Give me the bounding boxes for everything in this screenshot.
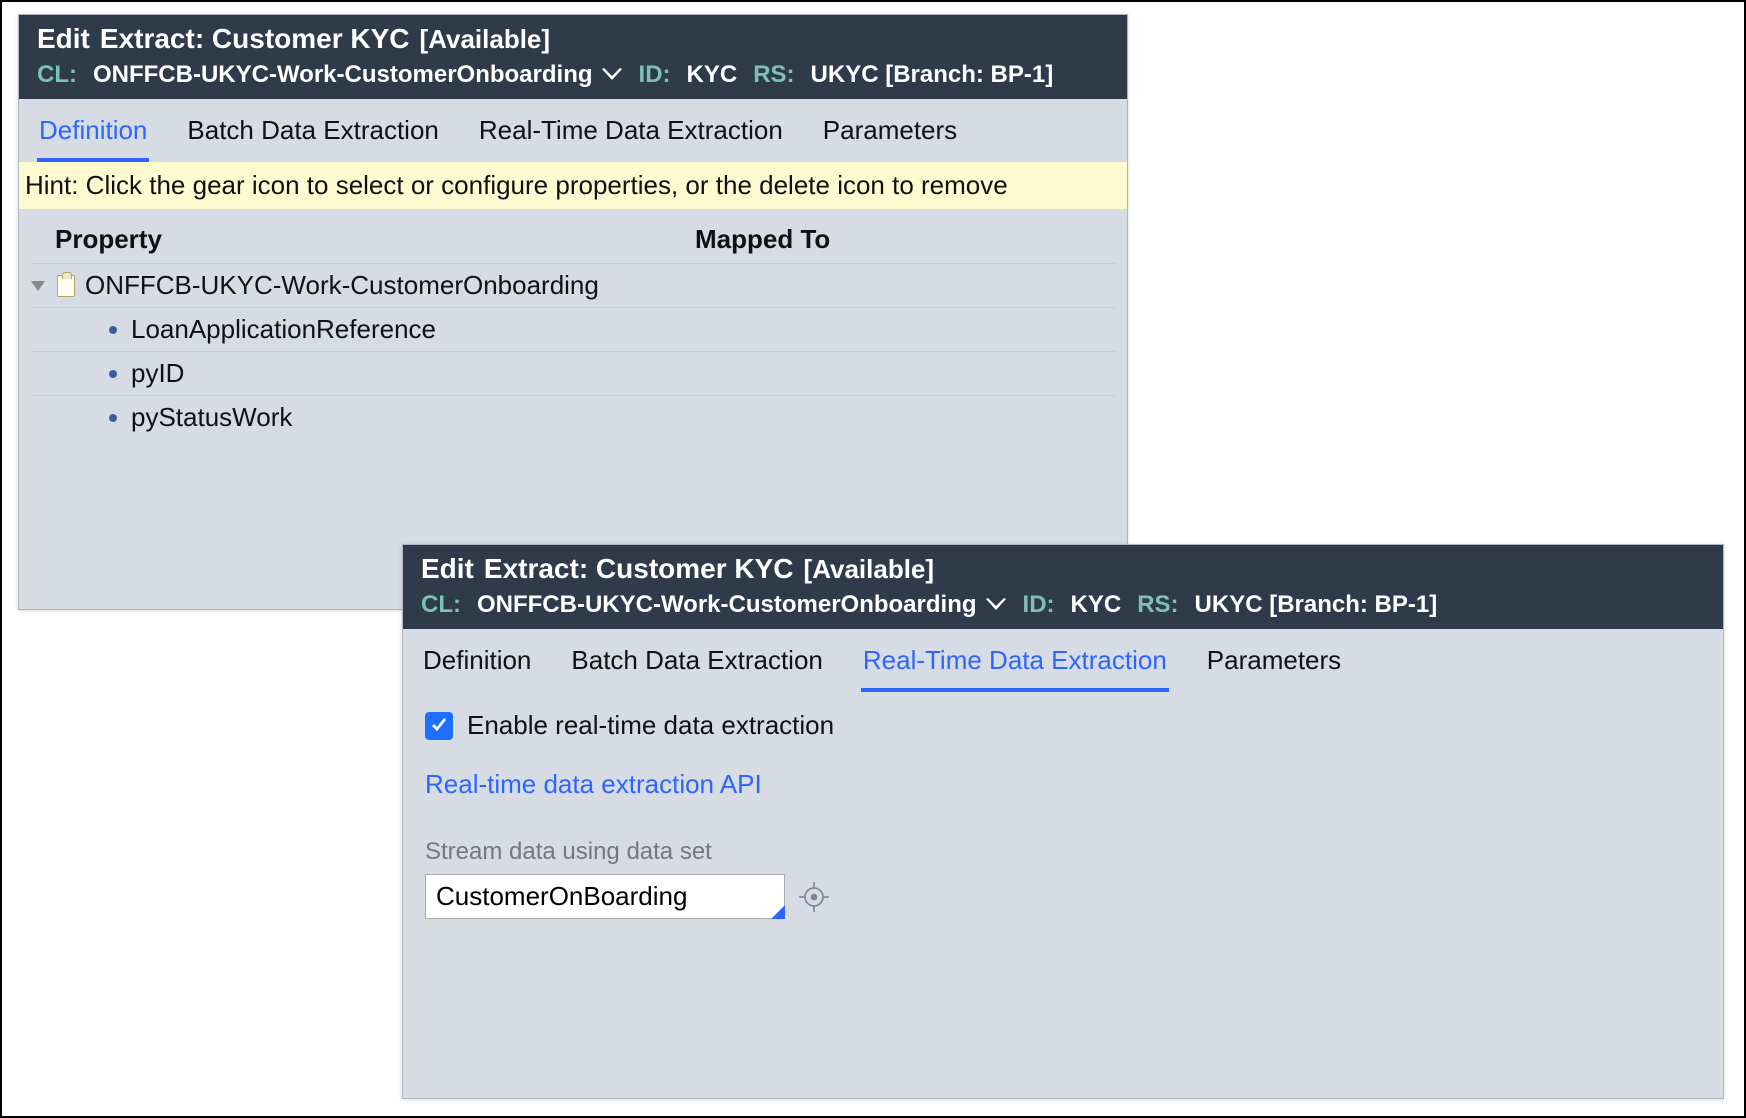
- tree-child-row[interactable]: LoanApplicationReference: [31, 307, 1115, 351]
- id-label: ID:: [1023, 591, 1055, 619]
- tree-child-label: pyID: [131, 358, 184, 389]
- hint-banner: Hint: Click the gear icon to select or c…: [19, 162, 1127, 210]
- clipboard-icon: [57, 275, 75, 297]
- tab-parameters[interactable]: Parameters: [821, 109, 959, 162]
- stream-data-field-row: [425, 874, 1701, 919]
- cl-dropdown[interactable]: ONFFCB-UKYC-Work-CustomerOnboarding: [477, 591, 1007, 619]
- chevron-down-icon: [601, 68, 623, 82]
- enable-realtime-row: Enable real-time data extraction: [425, 710, 1701, 741]
- column-property: Property: [55, 224, 695, 255]
- id-label: ID:: [639, 61, 671, 89]
- id-value: KYC: [1071, 591, 1122, 619]
- cl-value: ONFFCB-UKYC-Work-CustomerOnboarding: [477, 591, 977, 619]
- rs-value: UKYC [Branch: BP-1]: [1195, 591, 1438, 619]
- tab-batch-data-extraction[interactable]: Batch Data Extraction: [185, 109, 440, 162]
- panel2-tabs: Definition Batch Data Extraction Real-Ti…: [403, 629, 1723, 692]
- tab-parameters[interactable]: Parameters: [1205, 639, 1343, 692]
- autocomplete-corner-icon: [771, 905, 785, 919]
- chevron-down-icon: [985, 598, 1007, 612]
- panel1-tabs: Definition Batch Data Extraction Real-Ti…: [19, 99, 1127, 162]
- id-value: KYC: [687, 61, 738, 89]
- disclosure-triangle-icon[interactable]: [31, 281, 45, 291]
- extract-editor-realtime-panel: Edit Extract: Customer KYC [Available] C…: [402, 544, 1724, 1099]
- rule-title: Extract: Customer KYC: [484, 553, 794, 585]
- tab-definition[interactable]: Definition: [37, 109, 149, 162]
- rule-title: Extract: Customer KYC: [100, 23, 410, 55]
- bullet-icon: [109, 414, 117, 422]
- panel1-header: Edit Extract: Customer KYC [Available] C…: [19, 15, 1127, 99]
- tree-columns: Property Mapped To: [19, 210, 1127, 259]
- tree-child-label: LoanApplicationReference: [131, 314, 436, 345]
- enable-realtime-checkbox[interactable]: [425, 712, 453, 740]
- crosshair-icon[interactable]: [799, 882, 829, 912]
- column-mapped-to: Mapped To: [695, 224, 1109, 255]
- rs-value: UKYC [Branch: BP-1]: [811, 61, 1054, 89]
- header-meta-row: CL: ONFFCB-UKYC-Work-CustomerOnboarding …: [421, 591, 1705, 619]
- enable-realtime-label: Enable real-time data extraction: [467, 710, 834, 741]
- header-title-row: Edit Extract: Customer KYC [Available]: [37, 23, 1109, 55]
- cl-value: ONFFCB-UKYC-Work-CustomerOnboarding: [93, 61, 593, 89]
- tree-child-label: pyStatusWork: [131, 402, 292, 433]
- tree-child-row[interactable]: pyID: [31, 351, 1115, 395]
- realtime-api-link[interactable]: Real-time data extraction API: [425, 769, 762, 800]
- tab-real-time-data-extraction[interactable]: Real-Time Data Extraction: [861, 639, 1169, 692]
- stream-data-label: Stream data using data set: [425, 838, 1701, 866]
- cl-dropdown[interactable]: ONFFCB-UKYC-Work-CustomerOnboarding: [93, 61, 623, 89]
- rs-label: RS:: [1137, 591, 1178, 619]
- stream-data-input[interactable]: [425, 874, 785, 919]
- rule-status: [Available]: [420, 24, 551, 55]
- tab-batch-data-extraction[interactable]: Batch Data Extraction: [569, 639, 824, 692]
- tree-root-row[interactable]: ONFFCB-UKYC-Work-CustomerOnboarding: [31, 263, 1115, 307]
- property-tree: ONFFCB-UKYC-Work-CustomerOnboarding Loan…: [19, 259, 1127, 439]
- checkmark-icon: [430, 717, 448, 735]
- edit-label: Edit: [37, 23, 90, 55]
- panel2-header: Edit Extract: Customer KYC [Available] C…: [403, 545, 1723, 629]
- edit-label: Edit: [421, 553, 474, 585]
- tree-child-row[interactable]: pyStatusWork: [31, 395, 1115, 439]
- extract-editor-definition-panel: Edit Extract: Customer KYC [Available] C…: [18, 14, 1128, 610]
- header-meta-row: CL: ONFFCB-UKYC-Work-CustomerOnboarding …: [37, 61, 1109, 89]
- bullet-icon: [109, 370, 117, 378]
- stream-data-input-wrap: [425, 874, 785, 919]
- realtime-body: Enable real-time data extraction Real-ti…: [403, 692, 1723, 937]
- cl-label: CL:: [37, 61, 77, 89]
- cl-label: CL:: [421, 591, 461, 619]
- tree-root-label: ONFFCB-UKYC-Work-CustomerOnboarding: [85, 270, 599, 301]
- rule-status: [Available]: [804, 554, 935, 585]
- tab-real-time-data-extraction[interactable]: Real-Time Data Extraction: [477, 109, 785, 162]
- bullet-icon: [109, 326, 117, 334]
- rs-label: RS:: [753, 61, 794, 89]
- tab-definition[interactable]: Definition: [421, 639, 533, 692]
- header-title-row: Edit Extract: Customer KYC [Available]: [421, 553, 1705, 585]
